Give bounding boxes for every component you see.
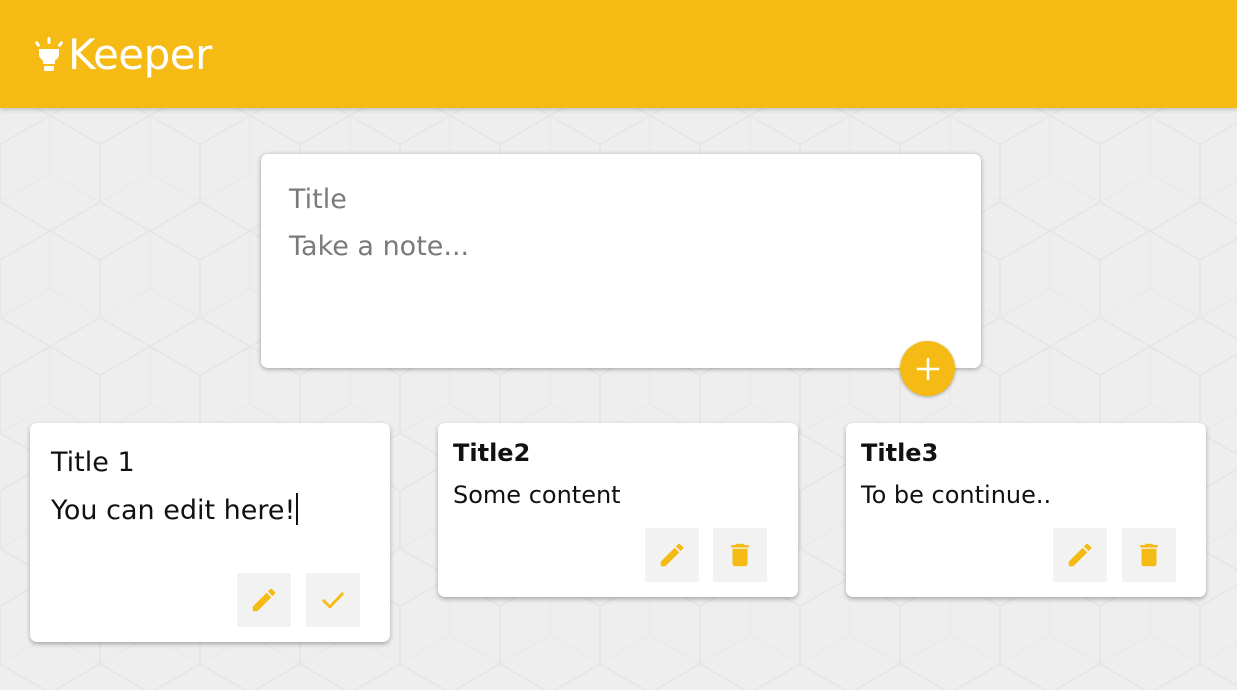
edit-button[interactable] bbox=[237, 573, 291, 627]
edit-icon bbox=[1068, 543, 1092, 567]
app-header: Keeper bbox=[0, 0, 1237, 108]
plus-icon bbox=[916, 357, 939, 380]
note-content: Some content bbox=[453, 481, 621, 509]
app-name: Keeper bbox=[68, 30, 212, 79]
edit-icon bbox=[660, 543, 684, 567]
note-card: Title3 To be continue.. bbox=[846, 423, 1206, 597]
check-icon bbox=[322, 592, 344, 609]
title-input[interactable]: Title bbox=[289, 184, 347, 215]
note-card: Title2 Some content bbox=[438, 423, 798, 597]
note-content-text: You can edit here! bbox=[51, 495, 296, 526]
note-title-input[interactable]: Title 1 bbox=[51, 447, 135, 478]
add-note-button[interactable] bbox=[900, 341, 955, 396]
note-title: Title2 bbox=[453, 439, 531, 467]
create-note-form: Title Take a note... bbox=[261, 154, 981, 396]
save-button[interactable] bbox=[306, 573, 360, 627]
lightbulb-icon bbox=[35, 37, 63, 71]
delete-icon bbox=[1140, 543, 1158, 567]
delete-button[interactable] bbox=[713, 528, 767, 582]
note-title: Title3 bbox=[861, 439, 939, 467]
delete-button[interactable] bbox=[1122, 528, 1176, 582]
note-content-input[interactable]: Take a note... bbox=[289, 231, 469, 262]
text-caret bbox=[296, 493, 299, 525]
edit-button[interactable] bbox=[1053, 528, 1107, 582]
app-logo[interactable]: Keeper bbox=[34, 27, 212, 83]
delete-icon bbox=[731, 543, 749, 567]
note-card-editing: Title 1 You can edit here! bbox=[30, 423, 390, 642]
edit-icon bbox=[252, 588, 276, 612]
note-content: To be continue.. bbox=[861, 481, 1052, 509]
note-content-input[interactable]: You can edit here! bbox=[51, 493, 299, 526]
edit-button[interactable] bbox=[645, 528, 699, 582]
